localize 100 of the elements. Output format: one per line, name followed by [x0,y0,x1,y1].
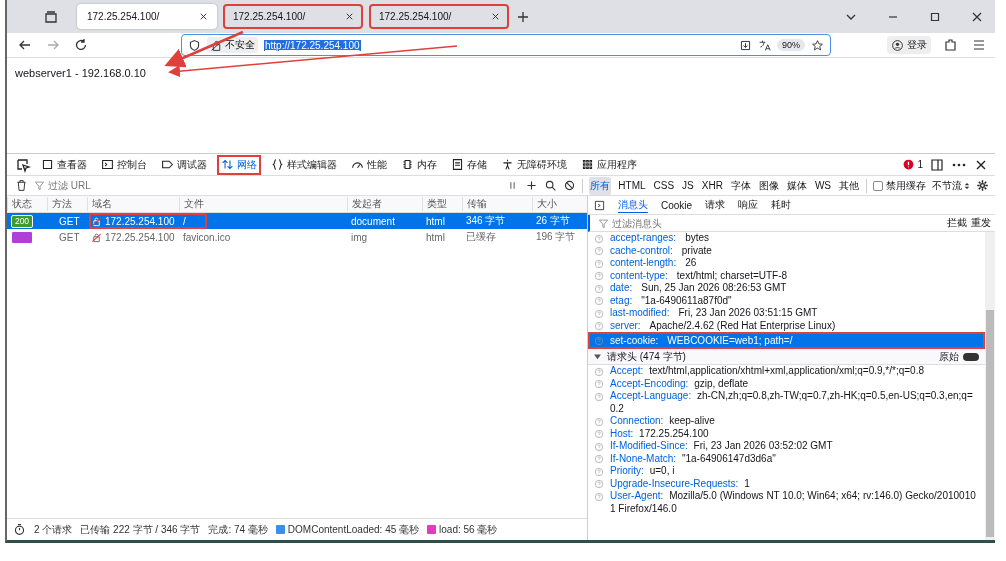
type-filter-button[interactable]: 媒体 [785,176,808,195]
devtools-tab[interactable]: 查看器 [37,154,91,175]
type-filter-button[interactable]: 其他 [838,176,860,195]
help-icon [594,429,604,439]
shield-icon[interactable] [188,38,201,52]
checkbox[interactable] [873,180,883,191]
header-row[interactable]: Host: 172.25.254.100 [588,427,985,440]
type-filter-button[interactable]: HTML [617,178,647,193]
tag-icon [161,158,174,171]
detail-tab[interactable]: 响应 [738,198,759,212]
header-value: text/html; charset=UTF-8 [676,269,788,282]
header-action-button[interactable]: 重发 [971,216,991,230]
plus-icon[interactable] [525,179,539,192]
trash-icon[interactable] [15,179,28,192]
column-header[interactable]: 方法 [47,197,87,211]
dock-icon[interactable] [929,156,945,173]
search-icon[interactable] [544,179,558,192]
download-icon[interactable] [739,38,752,52]
browser-tab[interactable]: 172.25.254.100/ [223,4,363,29]
header-filter-field[interactable]: 过滤消息头 [612,217,943,229]
devtools-tab[interactable]: 存储 [447,154,491,175]
disable-cache-checkbox[interactable]: 禁用缓存 [873,178,926,193]
detail-tab[interactable]: 请求 [705,198,726,212]
chip-icon [401,158,414,171]
element-picker-icon[interactable] [15,156,31,173]
devtools-tab[interactable]: 内存 [397,154,441,175]
zoom-level[interactable]: 90% [777,39,805,51]
header-row[interactable]: Priority: u=0, i [588,465,985,478]
scrollbar[interactable] [985,232,995,540]
header-row[interactable]: accept-ranges: bytes [588,232,985,245]
panel-toggle-icon[interactable] [594,199,605,211]
detail-tab[interactable]: 耗时 [771,198,792,212]
header-row[interactable]: date: Sun, 25 Jan 2026 08:26:53 GMT [588,282,985,295]
header-text: Accept-Encoding: gzip, deflate [610,377,750,390]
help-icon [594,366,604,377]
menu-icon[interactable] [971,37,987,53]
detail-tab[interactable]: 消息头 [618,197,648,213]
filter-field[interactable]: 过滤 URL [48,180,501,191]
header-row[interactable]: Connection: keep-alive [588,415,985,428]
devtools-tab[interactable]: 控制台 [97,154,151,175]
column-header[interactable]: 大小 [532,197,587,211]
header-row[interactable]: If-None-Match: "1a-64906147d3d6a" [588,452,985,465]
column-header[interactable]: 域名 [87,197,179,211]
tab-list-icon[interactable] [43,8,59,25]
settings-icon[interactable] [976,179,989,192]
browser-tab[interactable]: 172.25.254.100/ [369,4,509,29]
type-filter-button[interactable]: XHR [700,178,724,193]
type-filter-button[interactable]: 所有 [589,176,612,195]
account-button[interactable]: 登录 [887,36,931,54]
type-filter-button[interactable]: 图像 [757,176,780,195]
header-action-button[interactable]: 拦截 [947,216,967,230]
tab-title: 172.25.254.100/ [87,11,160,22]
header-row[interactable]: If-Modified-Since: Fri, 23 Jan 2026 03:52:02 GMT [588,440,985,453]
reload-icon[interactable] [73,37,89,53]
devtools-tab[interactable]: 样式编辑器 [267,154,341,175]
header-row[interactable]: content-length: 26 [588,257,985,270]
header-row[interactable]: content-type: text/html; charset=UTF-8 [588,269,985,282]
block-icon[interactable] [563,179,577,192]
column-header[interactable]: 类型 [422,197,462,211]
column-header[interactable]: 文件 [179,197,347,211]
close-icon[interactable] [344,11,355,22]
address-bar[interactable]: 不安全 http://172.25.254.100 90% [181,34,831,56]
help-icon [594,491,604,502]
devtools-tab[interactable]: 无障碍环境 [497,154,571,175]
column-header[interactable]: 发起者 [347,197,422,211]
error-count[interactable]: 1 [902,158,923,171]
header-row[interactable]: Upgrade-Insecure-Requests: 1 [588,477,985,490]
detail-tab[interactable]: Cookie [661,199,693,211]
close-icon[interactable] [490,11,501,22]
browser-tab[interactable]: 172.25.254.100/ [77,4,217,29]
section-header[interactable]: 请求头 (474 字节) 原始 [588,349,985,365]
header-row[interactable]: cache-control: private [588,244,985,257]
header-row[interactable]: Accept-Encoding: gzip, deflate [588,377,985,390]
table-cell-text: / [182,215,187,227]
header-row[interactable]: set-cookie: WEBCOOKIE=web1; path=/ [588,332,985,349]
header-row[interactable]: server: Apache/2.4.62 (Red Hat Enterprise Linux) [588,319,985,332]
devtools-tab[interactable]: 网络 [217,154,261,175]
header-row[interactable]: Accept: text/html,application/xhtml+xml,application/xml;q=0.9,*/*;q=0.8 [588,365,985,378]
raw-toggle[interactable] [963,352,979,361]
type-filter-button[interactable]: WS [813,178,832,193]
devtools-tab[interactable]: 性能 [347,154,391,175]
throttle-dropdown[interactable]: 不节流 [932,178,970,193]
column-header[interactable]: 传输 [462,197,532,211]
security-indicator[interactable]: 不安全 [207,37,258,53]
request-row[interactable]: GET 172.25.254.100 favicon.ico img html 已缓存 196 字节 [7,229,587,245]
header-row[interactable]: last-modified: Fri, 23 Jan 2026 03:51:15 GMT [588,307,985,320]
devtools-tab[interactable]: 调试器 [157,154,211,175]
star-icon[interactable] [811,38,824,52]
header-value: 26 [685,257,697,270]
type-filter-button[interactable]: 字体 [729,176,752,195]
close-icon[interactable] [198,11,209,22]
request-row[interactable]: 200 GET 172.25.254.100 / document html 346 字节 26 字节 [7,213,587,229]
column-header[interactable]: 状态 [7,197,47,211]
translate-icon[interactable] [758,38,771,52]
puzzle-icon[interactable] [943,37,959,53]
type-filter-button[interactable]: CSS [652,178,676,193]
header-row[interactable]: etag: "1a-6490611a87f0d" [588,294,985,307]
help-icon [594,271,604,281]
type-filter-button[interactable]: JS [681,178,695,193]
devtools-tab[interactable]: 应用程序 [577,154,641,175]
